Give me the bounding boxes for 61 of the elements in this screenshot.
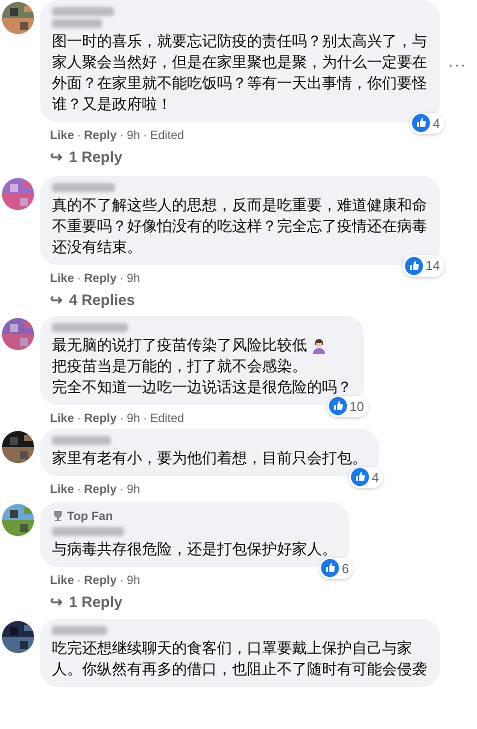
like-icon — [350, 468, 369, 486]
separator-dot: · — [120, 410, 124, 427]
separator-dot: · — [77, 270, 82, 286]
comment-text: 真的不了解这些人的思想，反而是吃重要，难道健康和命不重要吗？好像怕没有的吃这样？完全忘了疫情还在病毒还没有结束。 — [52, 196, 428, 258]
reaction-count: 10 — [326, 396, 368, 417]
action-link[interactable]: Like — [50, 126, 74, 144]
reaction-count: 14 — [402, 255, 444, 276]
like-icon — [412, 114, 430, 132]
action-link[interactable]: Like — [50, 480, 74, 498]
like-icon — [404, 256, 423, 275]
separator-dot: · — [120, 572, 124, 589]
view-replies-link[interactable]: 4 Replies — [69, 290, 135, 312]
meta-text: 9h — [126, 410, 140, 427]
meta-text: 9h — [126, 127, 140, 144]
view-replies-link[interactable]: 1 Reply — [69, 592, 122, 614]
separator-dot: · — [120, 270, 124, 286]
blurred-name — [52, 19, 102, 28]
reply-arrow-icon: ↪ — [50, 290, 63, 312]
reply-arrow-icon: ↪ — [50, 592, 63, 614]
meta-text: 9h — [126, 270, 140, 286]
meta-text: 9h — [126, 572, 140, 589]
separator-dot: · — [120, 127, 124, 144]
action-link[interactable]: Like — [50, 268, 74, 286]
action-link[interactable]: Reply — [84, 571, 117, 589]
reaction-count: 4 — [410, 112, 444, 134]
trophy-icon — [52, 511, 64, 521]
comment-text: 与病毒共存很危险，还是打包保护好家人。 — [52, 540, 337, 560]
comment-text: 完全不知道一边吃一边说话这是很危险的吗？ — [52, 378, 352, 398]
like-icon — [320, 559, 339, 578]
blurred-name — [52, 436, 111, 445]
reply-arrow-icon: ↪ — [50, 147, 63, 170]
separator-dot: · — [120, 481, 124, 498]
separator-dot: · — [143, 127, 148, 144]
action-link[interactable]: Reply — [84, 409, 117, 427]
action-link[interactable]: Like — [50, 409, 74, 427]
separator-dot: · — [77, 572, 82, 589]
action-link[interactable]: Reply — [84, 268, 117, 286]
meta-text: Edited — [150, 410, 184, 427]
meta-text: 9h — [126, 481, 140, 498]
separator-dot: · — [77, 410, 82, 427]
comment-text: 吃完还想继续聊天的食客们，口罩要戴上保护自己与家人。你纵然有再多的借口，也阻止不了随时有可能会侵袭 — [52, 638, 428, 680]
separator-dot: · — [143, 410, 148, 427]
reaction-count: 4 — [348, 466, 383, 488]
reaction-count: 6 — [318, 558, 353, 579]
like-icon — [328, 397, 347, 416]
blurred-name — [52, 626, 107, 634]
view-replies-link[interactable]: 1 Reply — [69, 147, 122, 170]
action-link[interactable]: Reply — [84, 126, 117, 144]
top-fan-label: Top Fan — [67, 508, 113, 525]
action-link[interactable]: Like — [50, 571, 74, 589]
comment-text: 图一时的喜乐，就要忘记防疫的责任吗？别太高兴了，与家人聚会当然好，但是在家里聚也是聚，为什么一定要在外面？在家里就不能吃饭吗？等有一天出事情，你们要怪谁？又是政府啦！ — [52, 32, 428, 115]
separator-dot: · — [77, 127, 82, 144]
action-link[interactable]: Reply — [84, 480, 117, 498]
blurred-name — [52, 527, 124, 536]
meta-text: Edited — [150, 127, 184, 144]
more-options-button[interactable]: ··· — [448, 54, 467, 78]
comment-text: 最无脑的说打了疫苗传染了风险比较低 — [52, 336, 307, 356]
blurred-name — [52, 182, 115, 192]
comment-text: 家里有老有小，要为他们着想，目前只会打包。 — [52, 449, 367, 469]
separator-dot: · — [77, 481, 82, 498]
comment-text: 把疫苗当是万能的，打了就不会感染。 — [52, 357, 307, 377]
